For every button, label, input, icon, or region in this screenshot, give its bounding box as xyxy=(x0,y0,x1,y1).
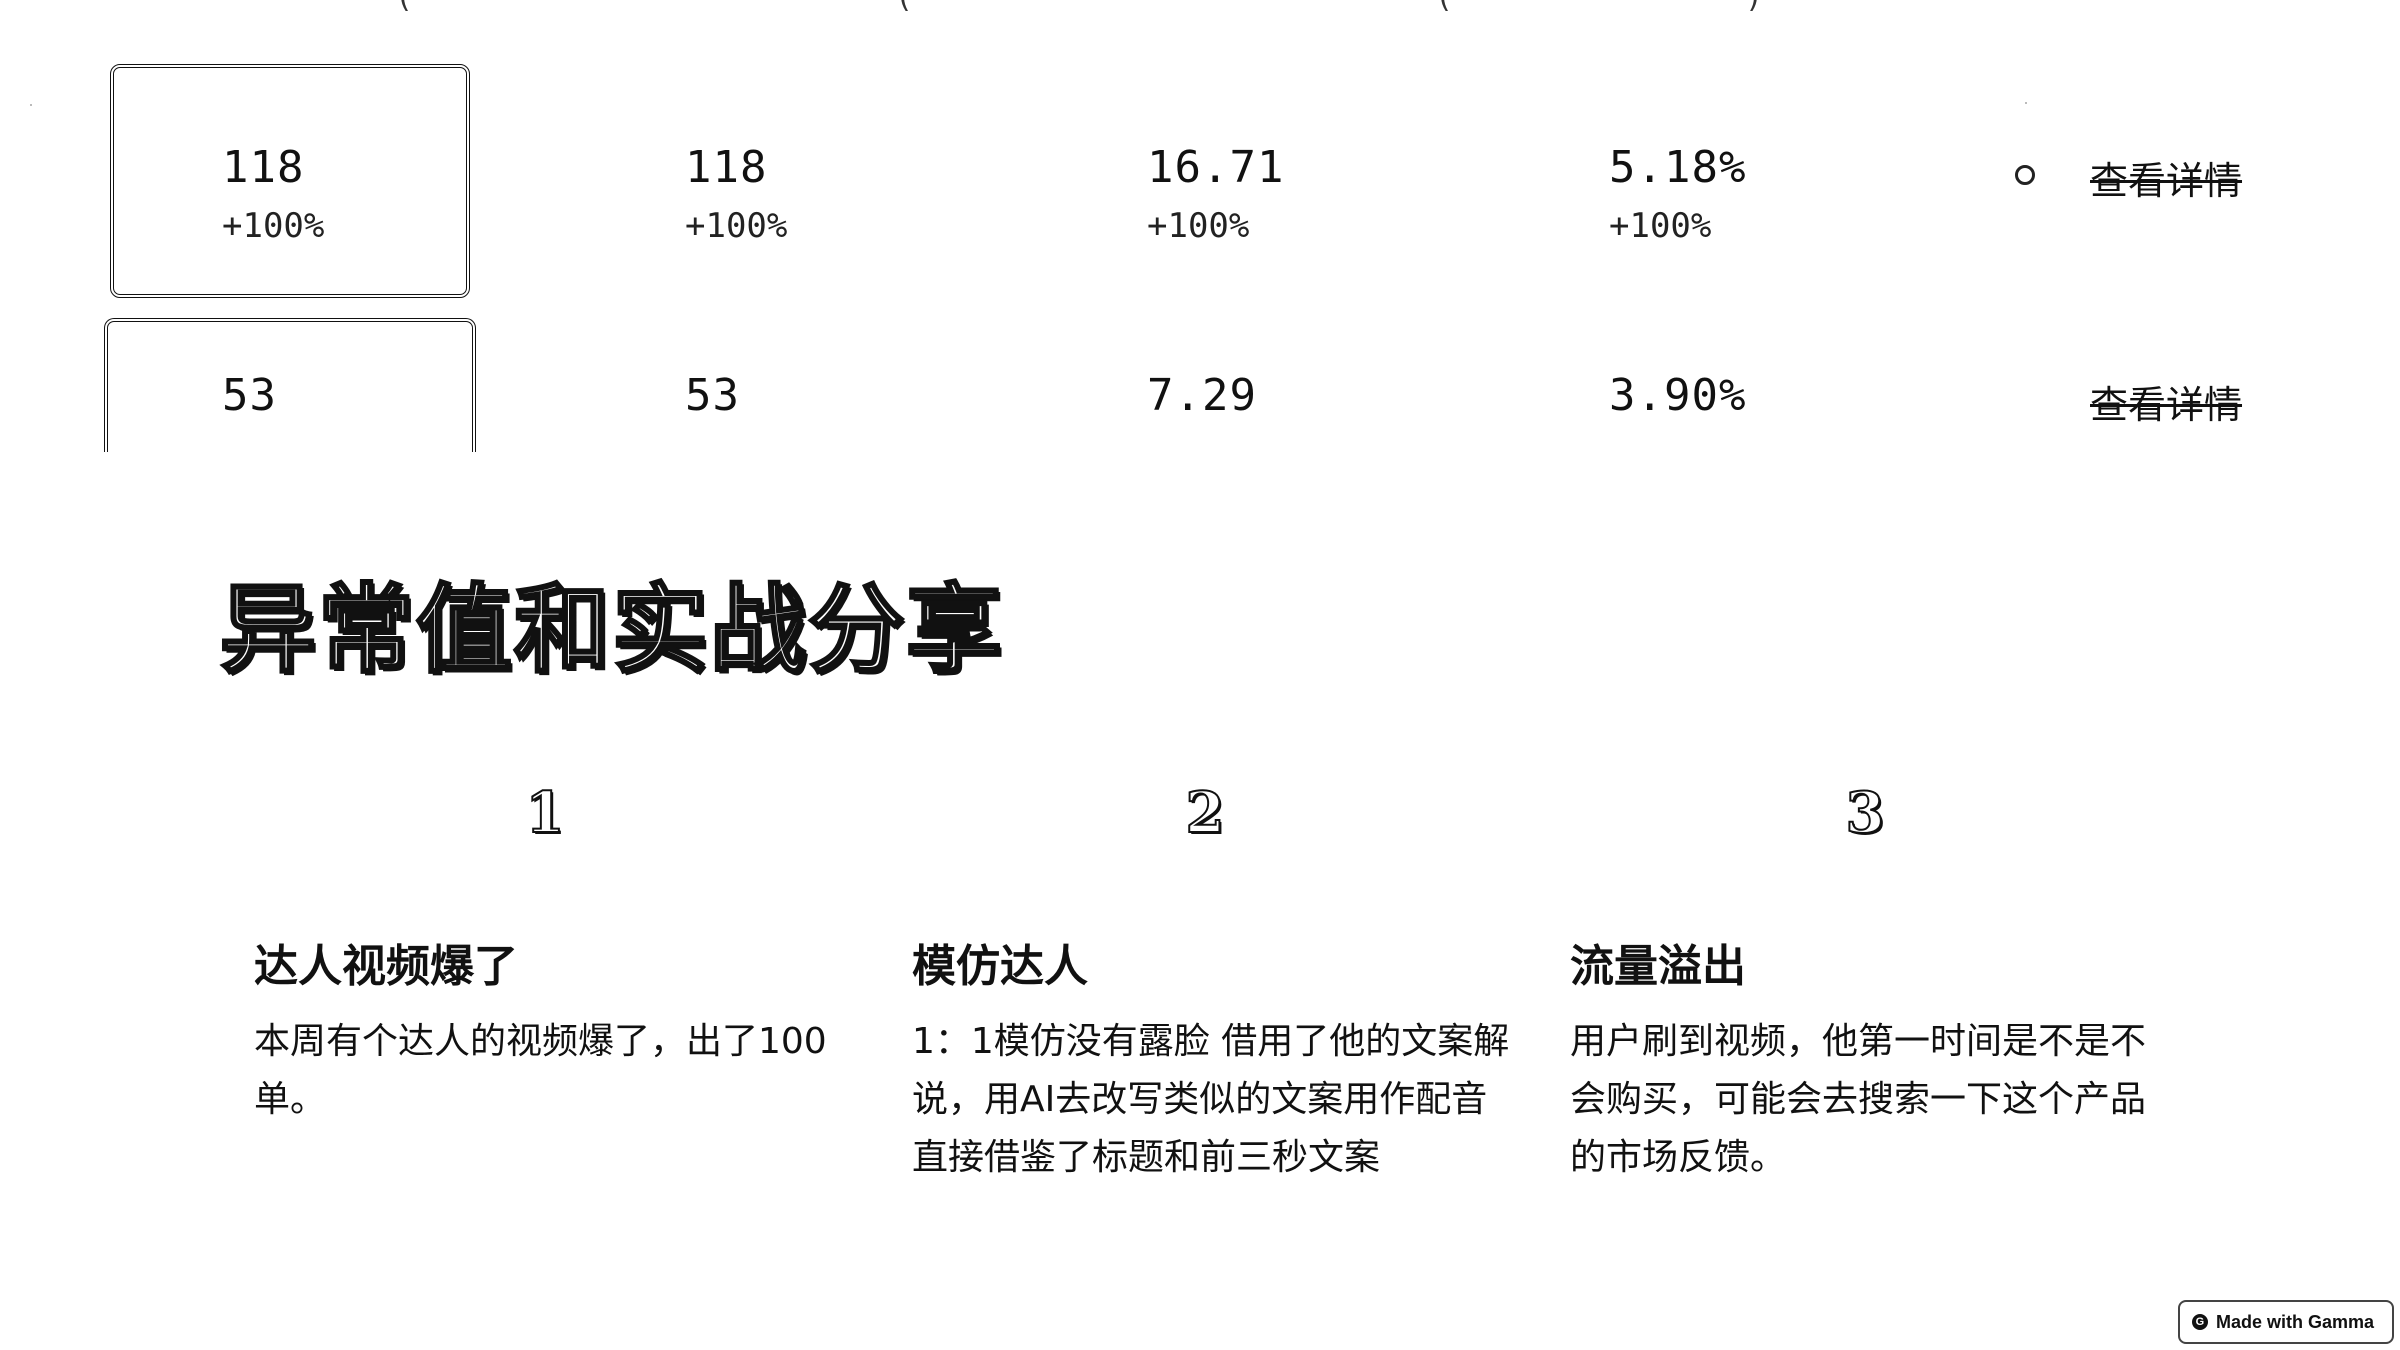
table-cell: 16.71 +100% xyxy=(1147,140,1284,256)
cutoff-paren-left: ( xyxy=(1435,0,1453,15)
card-title: 流量溢出 xyxy=(1570,941,1746,992)
cell-value: 7.29 xyxy=(1147,370,1257,421)
cutoff-paren-left: ( xyxy=(395,0,413,15)
table-cell: 5.18% +100% xyxy=(1609,140,1746,256)
view-details-label: 查看详情 xyxy=(2090,159,2243,203)
table-cell: 7.29 xyxy=(1147,368,1257,424)
cell-change: +100% xyxy=(1147,206,1250,246)
dust-speck xyxy=(2025,102,2027,104)
step-number: 2 xyxy=(1185,779,1226,847)
badge-label: Made with Gamma xyxy=(2215,1311,2374,1332)
cell-value: 118 xyxy=(222,142,305,193)
section-title: 异常值和实战分享 xyxy=(219,572,1004,688)
card-body: 本周有个达人的视频爆了，出了100单。 xyxy=(254,1021,827,1120)
cell-value: 3.90% xyxy=(1609,370,1747,421)
step-number: 3 xyxy=(1845,779,1886,847)
gamma-logo-icon: G xyxy=(2191,1314,2208,1330)
made-with-gamma-badge[interactable]: G Made with Gamma xyxy=(2177,1300,2394,1344)
table-cell: 118 +100% xyxy=(222,140,324,256)
card-title: 模仿达人 xyxy=(912,941,1088,992)
dust-speck xyxy=(30,104,32,106)
cutoff-paren-left: ( xyxy=(895,0,913,15)
cell-change: +100% xyxy=(685,206,788,246)
info-card: 流量溢出 用户刷到视频，他第一时间是不是不会购买，可能会去搜索一下这个产品的市场… xyxy=(1570,935,2170,1187)
cell-value: 53 xyxy=(222,370,277,421)
view-details-link[interactable]: 查看详情 xyxy=(2090,150,2242,205)
view-details-link[interactable]: 查看详情 xyxy=(2090,374,2242,429)
row-select-radio[interactable] xyxy=(2015,165,2035,185)
info-card: 模仿达人 1：1模仿没有露脸 借用了他的文案解说，用AI去改写类似的文案用作配音… xyxy=(912,935,1512,1187)
card-title: 达人视频爆了 xyxy=(254,941,518,992)
cell-value: 118 xyxy=(685,142,768,193)
view-details-label: 查看详情 xyxy=(2090,383,2243,427)
cell-change: +100% xyxy=(1609,206,1712,246)
cell-value: 5.18% xyxy=(1609,142,1747,193)
row-highlight-box xyxy=(104,318,476,452)
table-cell: 53 xyxy=(685,368,740,424)
cutoff-paren-right: ) xyxy=(1745,0,1763,15)
cell-value: 53 xyxy=(685,370,740,421)
info-card: 达人视频爆了 本周有个达人的视频爆了，出了100单。 xyxy=(254,935,854,1129)
card-body: 1：1模仿没有露脸 借用了他的文案解说，用AI去改写类似的文案用作配音直接借鉴了… xyxy=(912,1021,1510,1178)
step-number: 1 xyxy=(525,779,566,847)
table-cell: 3.90% xyxy=(1609,368,1746,424)
table-cell: 53 xyxy=(222,368,277,424)
card-body: 用户刷到视频，他第一时间是不是不会购买，可能会去搜索一下这个产品的市场反馈。 xyxy=(1570,1021,2147,1178)
slide-page: ( ( ( ) 118 +100% 118 +100% 16.71 +100% … xyxy=(0,0,2400,1350)
table-cell: 118 +100% xyxy=(685,140,787,256)
cell-change: +100% xyxy=(222,206,325,246)
cell-value: 16.71 xyxy=(1147,142,1285,193)
